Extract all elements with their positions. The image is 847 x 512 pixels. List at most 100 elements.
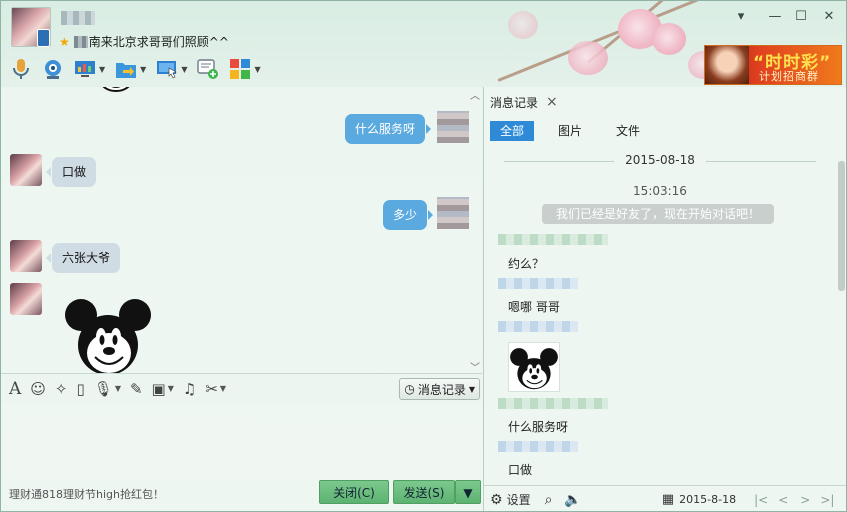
close-chat-button[interactable]: 关闭(C) bbox=[319, 480, 389, 504]
message-bubble[interactable]: 口做 bbox=[45, 157, 97, 187]
scroll-up-icon[interactable]: ︿ bbox=[470, 87, 480, 102]
voice-call-button[interactable] bbox=[7, 56, 35, 82]
first-page-icon[interactable]: |< bbox=[754, 493, 768, 507]
contact-avatar-small[interactable] bbox=[10, 283, 42, 315]
folder-send-icon bbox=[115, 58, 137, 80]
mosaic-redaction bbox=[73, 36, 88, 48]
contact-avatar-small[interactable] bbox=[10, 240, 42, 272]
filter-all-tab[interactable]: 全部 bbox=[490, 121, 535, 141]
history-message[interactable]: 口做 bbox=[508, 461, 532, 478]
ad-subtitle: 计划招商群 bbox=[759, 70, 819, 83]
chat-footer: 理财通818理财节high抢红包！ 关闭(C) 发送(S) ▼ bbox=[1, 479, 482, 511]
send-file-button[interactable]: ▼ bbox=[112, 56, 149, 82]
start-group-chat-button[interactable] bbox=[194, 56, 222, 82]
main-toolbar: ▼ ▼ ▼ ▼ bbox=[7, 55, 264, 83]
magic-wand-icon[interactable]: ✧ bbox=[55, 380, 68, 398]
chevron-down-icon[interactable]: ▼ bbox=[254, 65, 260, 74]
history-scrollbar[interactable] bbox=[836, 151, 846, 481]
font-icon[interactable]: A bbox=[9, 379, 21, 399]
history-message[interactable]: 什么服务呀 bbox=[508, 418, 568, 435]
webcam-icon bbox=[42, 58, 64, 80]
date-separator: 2015-08-18 bbox=[484, 153, 836, 169]
sticker-fragment bbox=[102, 87, 130, 92]
clock-icon: ◷ bbox=[404, 382, 415, 396]
timestamp: 15:03:16 bbox=[633, 184, 687, 198]
music-icon[interactable]: ♫ bbox=[183, 380, 196, 398]
chevron-down-icon: ▼ bbox=[468, 384, 475, 394]
my-avatar[interactable] bbox=[437, 197, 469, 229]
history-list[interactable]: 2015-08-18 15:03:16 我们已经是好友了，现在开始对话吧！ 约么… bbox=[484, 147, 836, 485]
settings-link[interactable]: 设置 bbox=[507, 491, 531, 508]
chevron-down-icon: ▼ bbox=[463, 486, 473, 500]
filter-files-tab[interactable]: 文件 bbox=[606, 121, 650, 141]
maximize-button[interactable]: ☐ bbox=[791, 9, 811, 25]
history-message[interactable]: 约么？ bbox=[508, 255, 544, 272]
scrollbar-thumb[interactable] bbox=[838, 161, 845, 291]
close-tab-icon[interactable]: × bbox=[546, 94, 558, 110]
message-bubble[interactable]: 多少 bbox=[383, 200, 434, 230]
lottery-ad-banner[interactable]: “时时彩” 计划招商群 bbox=[704, 45, 842, 85]
contact-name-redacted[interactable] bbox=[61, 11, 95, 25]
remote-assist-button[interactable]: ▼ bbox=[71, 56, 108, 82]
message-bubble[interactable]: 六张大爷 bbox=[45, 243, 121, 273]
sender-name-redacted bbox=[498, 278, 578, 289]
apps-grid-icon bbox=[229, 58, 251, 80]
input-toolbar: A ☺ ✧ ▯ 🎙 ▼ ✎ ▣ ▼ ♫ ✂ ▼ ◷ 消息记录 ▼ bbox=[1, 373, 482, 403]
remote-desktop-button[interactable]: ▼ bbox=[153, 56, 190, 82]
shake-window-icon[interactable]: ▯ bbox=[77, 380, 85, 398]
system-message: 我们已经是好友了，现在开始对话吧！ bbox=[542, 204, 774, 224]
message-input[interactable] bbox=[1, 403, 482, 479]
gear-icon[interactable]: ⚙ bbox=[490, 492, 503, 508]
speaker-icon[interactable]: 🔈 bbox=[564, 492, 581, 508]
emoji-icon[interactable]: ☺ bbox=[30, 380, 46, 398]
history-filter-tabs: 全部 图片 文件 bbox=[490, 121, 650, 141]
mickey-sticker[interactable] bbox=[63, 293, 153, 373]
history-tab[interactable]: 消息记录 × bbox=[490, 91, 558, 113]
video-call-button[interactable] bbox=[39, 56, 67, 82]
send-button[interactable]: 发送(S) bbox=[393, 480, 455, 504]
sender-name-redacted bbox=[498, 321, 578, 332]
chat-message-area[interactable]: ︿ 什么服务呀 口做 多少 六张大爷 ﹀ bbox=[1, 87, 482, 373]
prev-page-icon[interactable]: < bbox=[778, 493, 788, 507]
last-page-icon[interactable]: >| bbox=[820, 493, 834, 507]
microphone-icon bbox=[10, 58, 32, 80]
menu-dropdown-button[interactable]: ▾ bbox=[731, 9, 751, 25]
promo-text-link[interactable]: 理财通818理财节high抢红包！ bbox=[9, 486, 164, 502]
add-chat-icon bbox=[197, 58, 219, 80]
chevron-down-icon[interactable]: ▼ bbox=[181, 65, 187, 74]
star-icon: ★ bbox=[59, 35, 70, 49]
history-message[interactable]: 嗯哪 哥哥 bbox=[508, 298, 560, 315]
mobile-online-icon bbox=[37, 29, 50, 47]
history-sticker-thumbnail[interactable] bbox=[508, 342, 560, 392]
close-window-button[interactable]: ✕ bbox=[819, 9, 839, 25]
filter-images-tab[interactable]: 图片 bbox=[548, 121, 592, 141]
sender-name-redacted bbox=[498, 398, 608, 409]
search-icon[interactable]: ⌕ bbox=[545, 492, 553, 508]
calendar-icon[interactable]: ▦ bbox=[662, 492, 674, 507]
send-options-button[interactable]: ▼ bbox=[455, 480, 481, 504]
contact-avatar-small[interactable] bbox=[10, 154, 42, 186]
my-avatar[interactable] bbox=[437, 111, 469, 143]
doodle-icon[interactable]: ✎ bbox=[130, 380, 143, 398]
message-history-button[interactable]: ◷ 消息记录 ▼ bbox=[399, 378, 480, 400]
sender-name-redacted bbox=[498, 234, 608, 245]
contact-signature: ★ 南来北京求哥哥们照顾^^ bbox=[59, 35, 229, 49]
remote-desktop-icon bbox=[156, 58, 178, 80]
next-page-icon[interactable]: > bbox=[800, 493, 810, 507]
screenshot-icon[interactable]: ✂ ▼ bbox=[205, 380, 226, 398]
minimize-button[interactable]: — bbox=[765, 9, 785, 25]
message-bubble[interactable]: 什么服务呀 bbox=[345, 114, 432, 144]
history-date-picker[interactable]: 2015-8-18 bbox=[679, 493, 736, 506]
blossom-decoration bbox=[438, 1, 738, 91]
history-footer: ⚙ 设置 ⌕ 🔈 ▦ 2015-8-18 |< < > >| bbox=[484, 485, 846, 511]
chevron-down-icon[interactable]: ▼ bbox=[99, 65, 105, 74]
voice-message-icon[interactable]: 🎙 ▼ bbox=[94, 380, 121, 398]
apps-button[interactable]: ▼ bbox=[226, 56, 263, 82]
chat-window: ★ 南来北京求哥哥们照顾^^ ▾ — ☐ ✕ ▼ ▼ ▼ ▼ “时时彩” 计划招… bbox=[0, 0, 847, 512]
history-panel: 消息记录 × 全部 图片 文件 2015-08-18 15:03:16 我们已经… bbox=[483, 87, 846, 511]
image-icon[interactable]: ▣ ▼ bbox=[152, 380, 174, 398]
scroll-down-icon[interactable]: ﹀ bbox=[470, 359, 480, 373]
ad-portrait bbox=[705, 46, 749, 84]
chevron-down-icon[interactable]: ▼ bbox=[140, 65, 146, 74]
window-header: ★ 南来北京求哥哥们照顾^^ ▾ — ☐ ✕ ▼ ▼ ▼ ▼ “时时彩” 计划招… bbox=[1, 1, 846, 87]
